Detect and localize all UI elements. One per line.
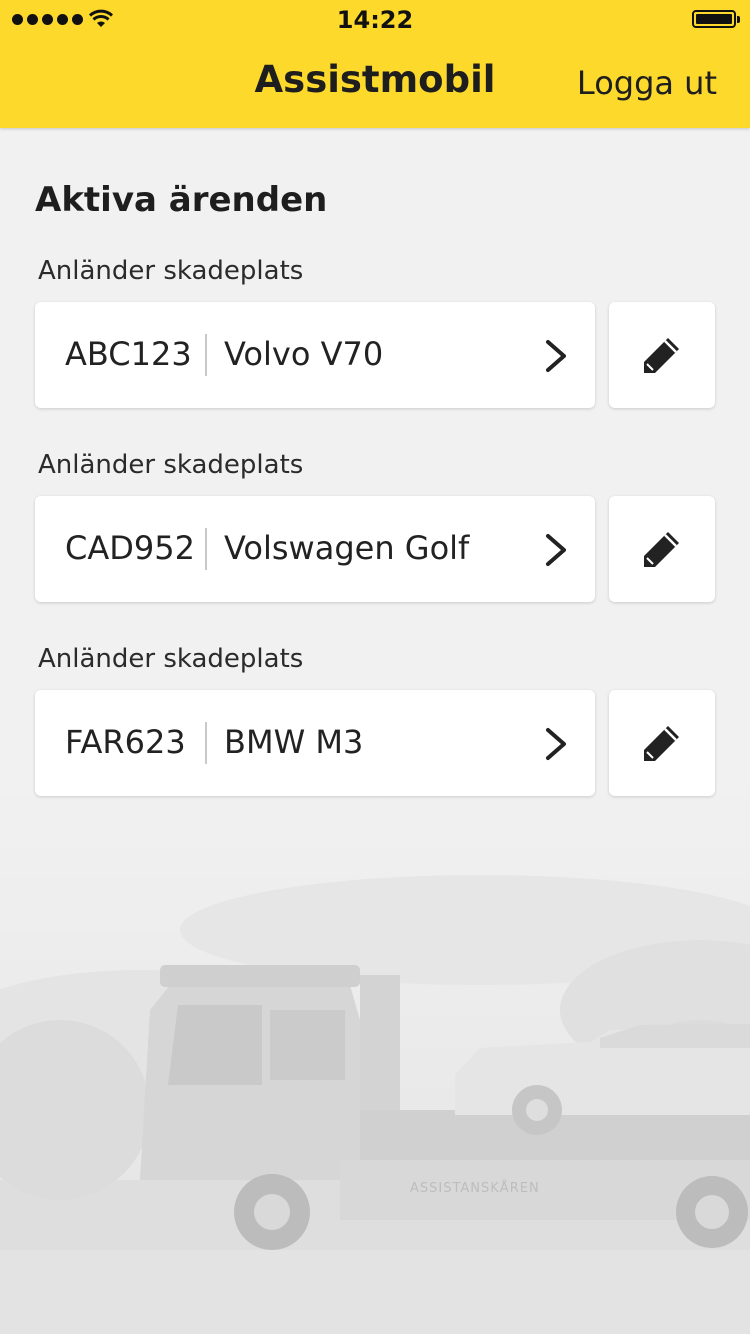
case-card[interactable]: FAR623 BMW M3 bbox=[35, 690, 595, 796]
license-plate: FAR623 bbox=[65, 723, 186, 761]
car-model: Volvo V70 bbox=[224, 335, 384, 373]
case-status: Anländer skadeplats bbox=[38, 450, 304, 480]
edit-case-button[interactable] bbox=[609, 690, 715, 796]
chevron-right-icon bbox=[546, 340, 566, 372]
edit-case-button[interactable] bbox=[609, 496, 715, 602]
edit-case-button[interactable] bbox=[609, 302, 715, 408]
divider bbox=[205, 528, 207, 570]
chevron-right-icon bbox=[546, 534, 566, 566]
pencil-icon bbox=[644, 726, 679, 761]
chevron-right-icon bbox=[546, 728, 566, 760]
truck-lettering: ASSISTANSKÅREN bbox=[410, 1180, 540, 1196]
license-plate: CAD952 bbox=[65, 529, 195, 567]
case-item: Anländer skadeplats ABC123 Volvo V70 bbox=[0, 256, 750, 426]
case-item: Anländer skadeplats CAD952 Volswagen Gol… bbox=[0, 450, 750, 620]
case-status: Anländer skadeplats bbox=[38, 256, 304, 286]
section-title: Aktiva ärenden bbox=[35, 180, 328, 220]
case-card[interactable]: CAD952 Volswagen Golf bbox=[35, 496, 595, 602]
divider bbox=[205, 334, 207, 376]
car-model: BMW M3 bbox=[224, 723, 364, 761]
case-status: Anländer skadeplats bbox=[38, 644, 304, 674]
divider bbox=[205, 722, 207, 764]
pencil-icon bbox=[644, 532, 679, 567]
status-time: 14:22 bbox=[336, 6, 414, 34]
case-item: Anländer skadeplats FAR623 BMW M3 bbox=[0, 644, 750, 814]
logout-button[interactable]: Logga ut bbox=[577, 64, 717, 102]
case-card[interactable]: ABC123 Volvo V70 bbox=[35, 302, 595, 408]
top-bar: 14:22 Assistmobil Logga ut bbox=[0, 0, 750, 128]
battery-icon bbox=[692, 10, 740, 28]
car-model: Volswagen Golf bbox=[224, 529, 470, 567]
status-bar: 14:22 bbox=[0, 0, 750, 40]
pencil-icon bbox=[644, 338, 679, 373]
license-plate: ABC123 bbox=[65, 335, 192, 373]
tow-truck-background-image: ASSISTANSKÅREN bbox=[0, 780, 750, 1334]
